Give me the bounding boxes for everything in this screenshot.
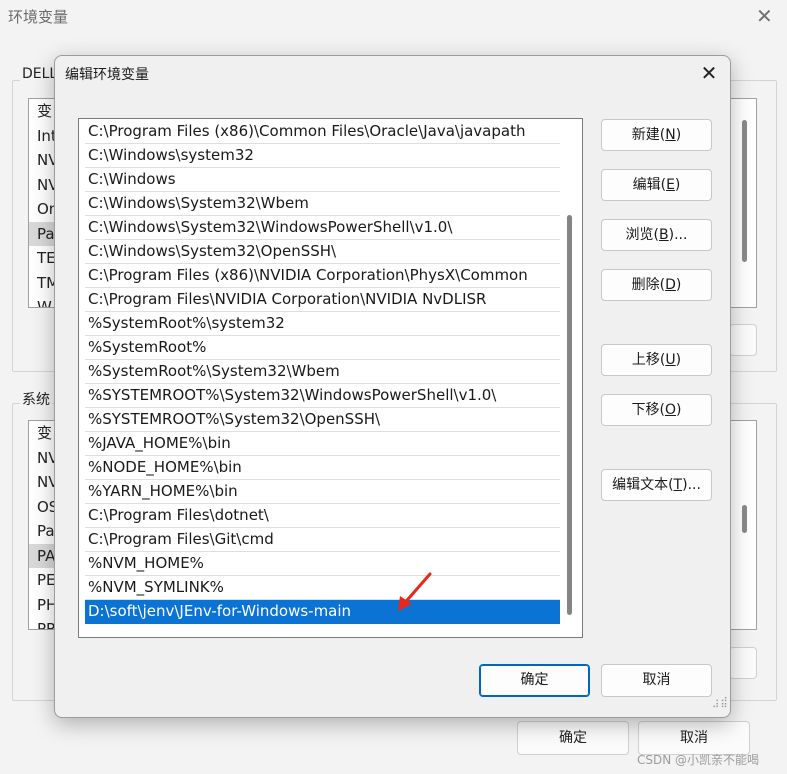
move-up-button-label: 上移( [631,352,666,368]
path-entry-row[interactable]: C:\Windows\System32\OpenSSH\ [85,240,560,264]
user-list-item[interactable]: TM [29,271,57,296]
user-list-item[interactable]: On [29,197,57,222]
edit-environment-variable-dialog: 编辑环境变量 ✕ C:\Program Files (x86)\Common F… [54,55,731,718]
delete-button-label: 删除( [631,277,666,293]
path-entry-row[interactable]: %YARN_HOME%\bin [85,480,560,504]
move-down-button-label: 下移( [631,402,665,418]
move-up-button-close: ) [675,352,682,368]
path-entry-row[interactable]: %NVM_SYMLINK% [85,576,560,600]
new-button-close: ) [675,127,682,143]
edit-text-button[interactable]: 编辑文本(T)... [601,469,712,501]
user-list-item[interactable]: TE [29,246,57,271]
delete-button-close: ) [675,277,682,293]
move-up-button[interactable]: 上移(U) [601,344,712,376]
dialog-title: 编辑环境变量 [65,67,149,83]
new-button-key: N [665,127,676,143]
path-entry-row[interactable]: C:\Windows [85,168,560,192]
browse-button-key: B [659,227,669,243]
path-entries-list[interactable]: C:\Program Files (x86)\Common Files\Orac… [78,118,583,638]
path-entry-row[interactable]: %JAVA_HOME%\bin [85,432,560,456]
user-delete-button[interactable] [729,324,757,356]
system-list-item[interactable]: PH [29,593,57,618]
browse-button[interactable]: 浏览(B)... [601,219,712,251]
system-list-item[interactable]: PA [29,543,57,568]
dialog-titlebar: 编辑环境变量 ✕ [55,56,730,92]
move-down-button-key: O [664,402,677,418]
user-list-item[interactable]: NV [29,148,57,173]
system-variables-label: 系统 [20,389,52,409]
path-entry-row[interactable]: C:\Windows\system32 [85,144,560,168]
path-entry-row[interactable]: %SYSTEMROOT%\System32\WindowsPowerShell\… [85,384,560,408]
browse-button-label: 浏览( [625,227,660,243]
edit-button-close: ) [674,177,681,193]
new-button-label: 新建( [631,127,666,143]
path-entry-row[interactable]: C:\Program Files\dotnet\ [85,504,560,528]
path-entry-row[interactable]: C:\Program Files\NVIDIA Corporation\NVID… [85,288,560,312]
edit-button-label: 编辑( [632,177,667,193]
path-entry-row[interactable]: %SYSTEMROOT%\System32\OpenSSH\ [85,408,560,432]
path-entry-row[interactable]: C:\Program Files (x86)\Common Files\Orac… [85,120,560,144]
path-entry-row[interactable]: C:\Windows\System32\WindowsPowerShell\v1… [85,216,560,240]
watermark: CSDN @小凯亲不能喝 [637,753,760,767]
edit-text-button-close: )... [682,477,701,493]
move-down-button-close: ) [676,402,682,418]
path-list-scrollbar[interactable] [567,215,572,615]
path-entry-row[interactable]: D:\soft\jenv\JEnv-for-Windows-main [85,600,560,624]
window-title: 环境变量 [8,8,69,26]
system-list-item[interactable]: NV [29,446,57,471]
close-icon[interactable]: ✕ [756,4,773,28]
delete-button[interactable]: 删除(D) [601,269,712,301]
edit-button-key: E [666,177,675,193]
path-entry-row[interactable]: %NODE_HOME%\bin [85,456,560,480]
user-list-item[interactable]: NV [29,173,57,198]
move-up-button-key: U [665,352,676,368]
ok-button[interactable]: 确定 [479,664,590,697]
edit-button[interactable]: 编辑(E) [601,169,712,201]
user-list-item[interactable]: W [29,295,57,307]
edit-text-button-label: 编辑文本( [612,477,674,493]
move-down-button[interactable]: 下移(O) [601,394,712,426]
system-list-item[interactable]: 变 [29,421,57,446]
system-list-item[interactable]: PE [29,568,57,593]
resize-grip-icon[interactable]: ⠠⠴ ⠴⠶ [712,695,729,711]
user-list-item[interactable]: 变 [29,99,57,124]
system-list-item[interactable]: OS [29,495,57,520]
system-list-scrollbar[interactable] [742,505,747,533]
delete-button-key: D [665,277,676,293]
new-button[interactable]: 新建(N) [601,119,712,151]
user-list-scrollbar[interactable] [742,120,747,262]
system-list-item[interactable]: Pa [29,519,57,544]
main-cancel-button[interactable]: 取消 [638,721,750,755]
path-entry-row[interactable]: %SystemRoot%\system32 [85,312,560,336]
user-list-item[interactable]: Int [29,124,57,149]
path-entry-row[interactable]: %SystemRoot% [85,336,560,360]
dialog-close-icon[interactable]: ✕ [697,62,721,86]
system-delete-button[interactable] [729,647,757,679]
path-entry-row[interactable]: C:\Windows\System32\Wbem [85,192,560,216]
cancel-button[interactable]: 取消 [601,664,712,697]
path-entry-row[interactable]: %NVM_HOME% [85,552,560,576]
user-list-item[interactable]: Pa [29,221,57,246]
system-list-item[interactable]: NV [29,470,57,495]
main-ok-button[interactable]: 确定 [517,721,629,755]
path-entry-row[interactable]: C:\Program Files\Git\cmd [85,528,560,552]
browse-button-close: )... [668,227,688,243]
edit-text-button-key: T [673,477,683,493]
path-entry-row[interactable]: %SystemRoot%\System32\Wbem [85,360,560,384]
path-entry-row[interactable]: C:\Program Files (x86)\NVIDIA Corporatio… [85,264,560,288]
system-list-item[interactable]: PR [29,617,57,629]
red-arrow-icon [398,572,432,611]
